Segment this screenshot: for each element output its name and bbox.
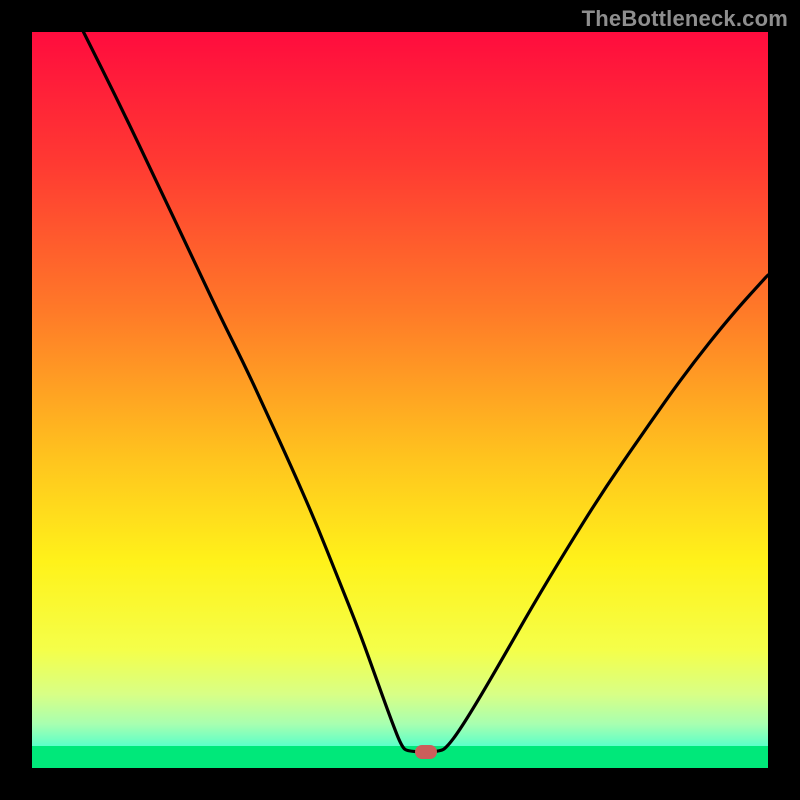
chart-stage: TheBottleneck.com	[0, 0, 800, 800]
optimal-marker	[415, 745, 437, 759]
watermark-text: TheBottleneck.com	[582, 6, 788, 32]
plot-area	[32, 32, 768, 768]
bottleneck-curve	[32, 32, 768, 768]
curve-path	[84, 32, 768, 752]
